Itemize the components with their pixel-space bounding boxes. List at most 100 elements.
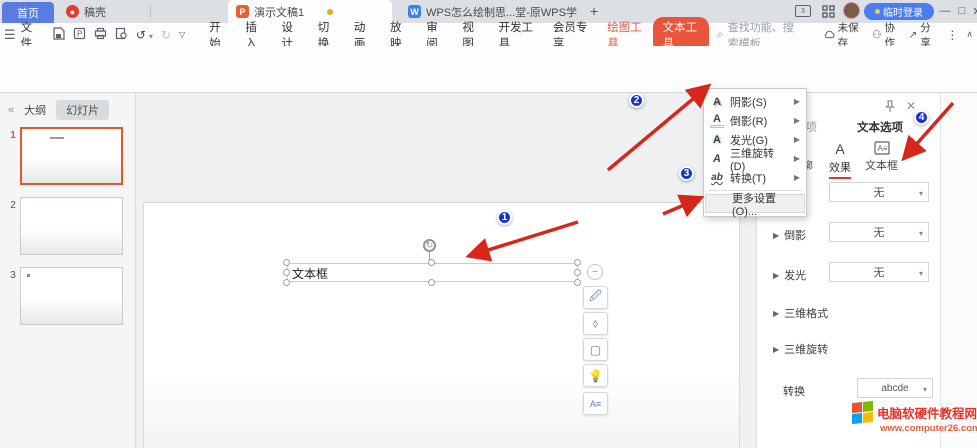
user-avatar[interactable] — [843, 2, 860, 19]
quick-pen-button[interactable]: 🖉 — [583, 286, 608, 309]
effects-a-icon: A — [835, 141, 844, 157]
row-glow-select[interactable]: 无▾ — [829, 262, 929, 282]
row-glow-label[interactable]: ▶发光 — [773, 267, 806, 283]
panel-subtab-textbox[interactable]: A≡ 文本框 — [865, 141, 898, 173]
quick-fill-button[interactable]: ⬨ — [583, 312, 608, 335]
submenu-arrow-icon: ▶ — [794, 154, 800, 163]
text-effects-dropdown: A 阴影(S)▶ A 倒影(R)▶ A 发光(G)▶ A 三维旋转(D)▶ ab… — [703, 88, 807, 217]
slide-page[interactable] — [143, 202, 740, 448]
row-3dformat-label[interactable]: ▶三维格式 — [773, 305, 828, 321]
watermark-url: www.computer26.com — [880, 423, 975, 434]
more-menu-icon[interactable]: ⋮ — [942, 28, 962, 42]
slide-number-3: 3 — [8, 270, 18, 281]
step-badge-4: 4 — [914, 110, 929, 125]
login-status-dot — [875, 9, 880, 14]
menu-bar: ☰ 文件 P ↺▾ ↻ ▽ 开始 插入 设计 切换 动画 放映 审阅 视图 开发… — [0, 23, 977, 46]
wps-presentation-window: 首页 ● 稿壳 P 演示文稿1 W WPS怎么绘制思...堂-原WPS学院 + … — [0, 0, 977, 448]
thumb-dot-mark — [27, 274, 30, 277]
row-shadow-select[interactable]: 无▾ — [829, 182, 929, 202]
export-icon[interactable]: P — [69, 27, 90, 43]
row-reflection-label[interactable]: ▶倒影 — [773, 227, 806, 243]
share-button[interactable]: ↗ 分享 — [908, 26, 934, 44]
panel-close-icon[interactable]: ✕ — [906, 99, 916, 113]
row-3drotate-label[interactable]: ▶三维旋转 — [773, 341, 828, 357]
tab-outline[interactable]: 大纲 — [24, 102, 46, 118]
row-transform-select[interactable]: abcde▾ — [857, 378, 933, 398]
collab-icon: ⚇ — [872, 29, 881, 41]
temp-login-button[interactable]: 临时登录 — [864, 3, 934, 20]
row-transform-label[interactable]: 转换 — [783, 383, 805, 399]
menu-item-transform[interactable]: ab 转换(T)▶ — [704, 168, 806, 187]
panel-tab-text-options[interactable]: 文本选项 — [857, 119, 903, 135]
slide-number-2: 2 — [8, 200, 18, 211]
resize-handle[interactable] — [574, 279, 581, 286]
quickbar-more-icon[interactable]: ▽ — [175, 30, 189, 39]
site-watermark: 电脑软硬件教程网 www.computer26.com — [852, 402, 975, 434]
svg-text:P: P — [77, 29, 82, 38]
watermark-logo — [852, 401, 873, 424]
submenu-arrow-icon: ▶ — [794, 135, 800, 144]
menu-item-more-settings[interactable]: 更多设置(O)... — [705, 194, 805, 213]
print-preview-icon[interactable] — [111, 27, 132, 43]
row-reflection-select[interactable]: 无▾ — [829, 222, 929, 242]
resize-handle[interactable] — [574, 259, 581, 266]
resize-handle[interactable] — [428, 259, 435, 266]
right-tool-strip — [940, 93, 977, 448]
tab-slides[interactable]: 幻灯片 — [56, 100, 109, 120]
slide-thumbnail-2[interactable] — [20, 197, 123, 255]
resize-handle[interactable] — [283, 279, 290, 286]
menu-item-reflection[interactable]: A 倒影(R)▶ — [704, 111, 806, 130]
collapse-sidebar-icon[interactable]: « — [8, 104, 14, 116]
shadow-effect-icon: A — [710, 96, 724, 108]
save-status[interactable]: 未保存 — [824, 26, 862, 44]
resize-handle[interactable] — [574, 269, 581, 276]
resize-handle[interactable] — [428, 279, 435, 286]
minimize-button[interactable]: — — [936, 0, 954, 22]
slide-thumbnail-1[interactable] — [20, 127, 123, 185]
print-icon[interactable] — [90, 27, 111, 43]
submenu-arrow-icon: ▶ — [794, 173, 800, 182]
sidebar-tabs: « 大纲 幻灯片 — [0, 100, 136, 120]
wps-presentation-icon: P — [236, 5, 249, 18]
collab-button[interactable]: ⚇ 协作 — [872, 26, 898, 44]
reflection-effect-icon: A — [710, 113, 724, 128]
gaoke-icon: ● — [66, 5, 79, 18]
redo-icon[interactable]: ↻ — [157, 28, 175, 42]
textbox-panel-icon: A≡ — [874, 141, 890, 155]
glow-effect-icon: A — [710, 134, 724, 146]
quick-translate-button[interactable]: A≡ — [583, 392, 608, 415]
quick-idea-button[interactable]: 💡 — [583, 364, 608, 387]
watermark-title: 电脑软硬件教程网 — [877, 403, 977, 422]
submenu-arrow-icon: ▶ — [794, 116, 800, 125]
share-icon: ↗ — [908, 29, 917, 41]
resize-handle[interactable] — [283, 259, 290, 266]
resize-handle[interactable] — [283, 269, 290, 276]
slide-number-1: 1 — [8, 130, 18, 141]
tab-gaoke[interactable]: ● 稿壳 — [58, 0, 114, 23]
panel-subtab-effects[interactable]: A 效果 — [829, 141, 851, 179]
step-badge-3: 3 — [679, 166, 694, 181]
step-badge-2: 2 — [629, 93, 644, 108]
device-sync-icon[interactable]: 3 — [795, 5, 811, 17]
undo-icon[interactable]: ↺▾ — [132, 28, 157, 42]
wps-web-icon: W — [408, 5, 421, 18]
apps-grid-icon[interactable] — [822, 5, 835, 21]
hamburger-icon[interactable]: ☰ — [0, 27, 20, 43]
menu-item-3drotate[interactable]: A 三维旋转(D)▶ — [704, 149, 806, 168]
new-tab-button[interactable]: + — [590, 3, 598, 19]
save-icon[interactable] — [48, 27, 69, 43]
quick-frame-button[interactable]: ▢ — [583, 338, 608, 361]
thumb-text-mark — [50, 137, 64, 139]
collapse-ribbon-icon[interactable]: ∧ — [962, 29, 977, 40]
ribbon-toolbar: A≡ 文本框 格式刷 微软雅黑 (正文)▾ 18▾ A⁺ A⁻ ◇ B I U … — [0, 46, 977, 93]
cloud-icon — [824, 29, 835, 40]
slide-thumbnail-3[interactable] — [20, 267, 123, 325]
textbox-text: 文本框 — [292, 265, 328, 282]
rotate-handle[interactable]: ↻ — [423, 239, 436, 252]
tab-divider — [150, 5, 151, 18]
menu-item-shadow[interactable]: A 阴影(S)▶ — [704, 92, 806, 111]
close-button[interactable]: ✕ — [970, 0, 977, 22]
pin-icon[interactable] — [884, 100, 896, 116]
collapse-quicktools-button[interactable]: − — [587, 264, 603, 280]
maximize-button[interactable]: □ — [953, 0, 971, 22]
